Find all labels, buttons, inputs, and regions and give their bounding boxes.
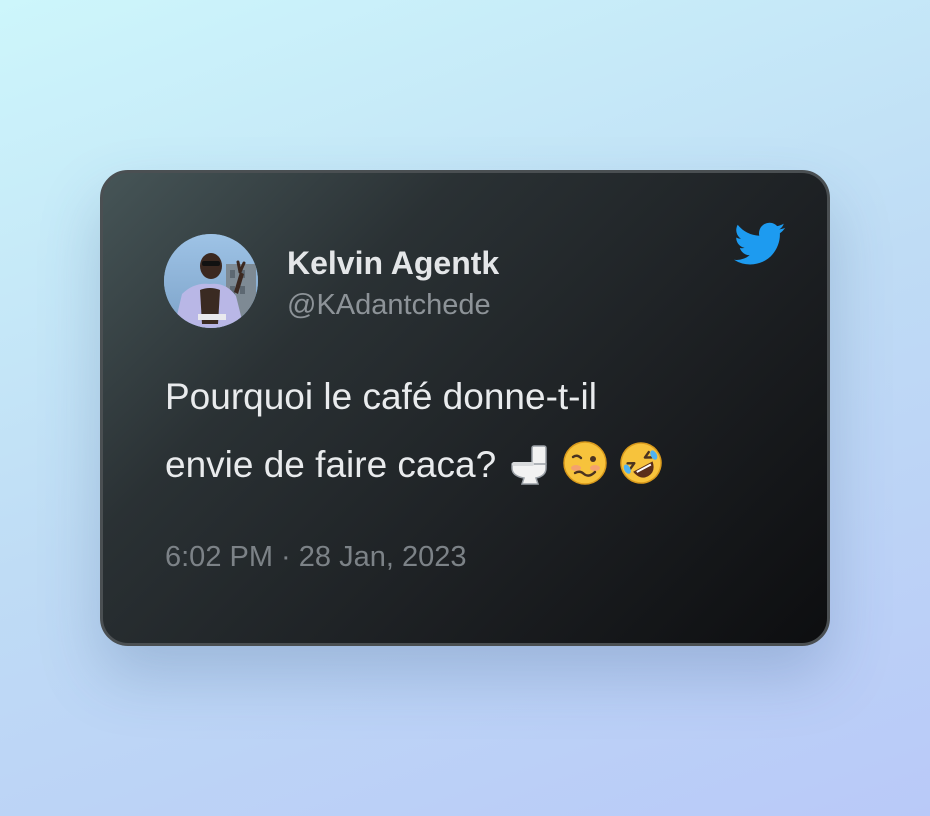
tweet-text-line-2-wrapper: envie de faire caca? xyxy=(165,431,775,499)
twitter-bird-icon[interactable] xyxy=(729,217,791,269)
tweet-text-line-2: envie de faire caca? xyxy=(165,444,497,485)
woozy-face-emoji xyxy=(562,440,608,486)
avatar[interactable] xyxy=(164,234,258,328)
author-name[interactable]: Kelvin Agentk xyxy=(287,245,499,282)
toilet-emoji xyxy=(506,440,552,486)
tweet-timestamp[interactable]: 6:02 PM · 28 Jan, 2023 xyxy=(165,541,466,574)
tweet-card: Kelvin Agentk @KAdantchede Pourquoi le c… xyxy=(100,170,830,646)
author-handle[interactable]: @KAdantchede xyxy=(287,289,491,322)
tweet-text: Pourquoi le café donne-t-il envie de fai… xyxy=(165,363,775,499)
tweet-text-line-1: Pourquoi le café donne-t-il xyxy=(165,376,597,417)
rolling-on-floor-laughing-emoji xyxy=(618,440,664,486)
